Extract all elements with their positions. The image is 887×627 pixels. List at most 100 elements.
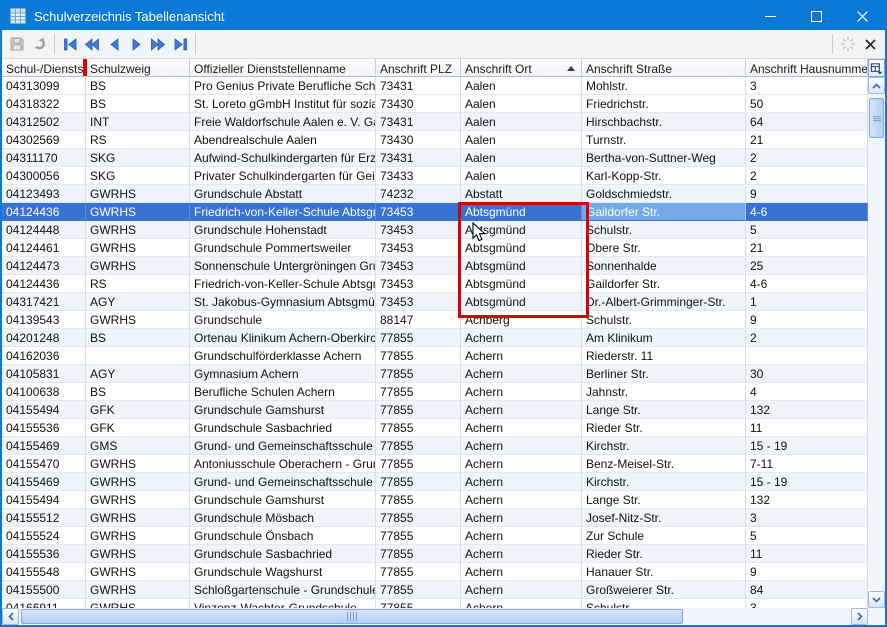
nav-fast-forward-button[interactable] [147, 33, 169, 55]
cell[interactable]: 1 [746, 293, 868, 311]
table-row[interactable]: 04100638BSBerufliche Schulen Achern77855… [2, 383, 868, 401]
cell[interactable] [86, 347, 190, 365]
horizontal-scrollbar[interactable] [2, 608, 885, 625]
cell[interactable]: Obere Str. [582, 239, 746, 257]
table-row[interactable]: 04155548GWRHSGrundschule Wagshurst77855A… [2, 563, 868, 581]
cell[interactable]: GWRHS [86, 221, 190, 239]
cell[interactable]: 7-11 [746, 455, 868, 473]
cell[interactable]: 04155536 [2, 419, 86, 437]
cell[interactable]: Aalen [461, 149, 582, 167]
cell[interactable]: Friedrich-von-Keller-Schule Abtsgmü... [190, 275, 376, 293]
minimize-button[interactable] [747, 2, 793, 30]
cell[interactable]: Abstatt [461, 185, 582, 203]
cell[interactable]: Schulstr. [582, 599, 746, 608]
cell[interactable]: Gaildorfer Str. [582, 203, 746, 221]
cell[interactable]: Privater Schulkindergarten für Geisti... [190, 167, 376, 185]
cell[interactable]: Grundschule Sasbachried [190, 545, 376, 563]
cell[interactable]: INT [86, 113, 190, 131]
cell[interactable]: 5 [746, 221, 868, 239]
cell[interactable]: 21 [746, 131, 868, 149]
cell[interactable]: Abtsgmünd [461, 221, 582, 239]
table-row[interactable]: 04300056SKGPrivater Schulkindergarten fü… [2, 167, 868, 185]
cell[interactable]: Bertha-von-Suttner-Weg [582, 149, 746, 167]
cell[interactable]: Grundschule Hohenstadt [190, 221, 376, 239]
cell[interactable]: 30 [746, 365, 868, 383]
cell[interactable]: Hanauer Str. [582, 563, 746, 581]
cell[interactable]: 04124448 [2, 221, 86, 239]
cell[interactable]: BS [86, 77, 190, 95]
cell[interactable]: Karl-Kopp-Str. [582, 167, 746, 185]
scroll-up-button[interactable] [868, 77, 885, 94]
titlebar[interactable]: Schulverzeichnis Tabellenansicht [2, 2, 885, 30]
cell[interactable]: 77855 [376, 329, 461, 347]
cell[interactable]: 04124461 [2, 239, 86, 257]
cell[interactable]: Kirchstr. [582, 473, 746, 491]
cell[interactable]: 73453 [376, 293, 461, 311]
cell[interactable]: 04162036 [2, 347, 86, 365]
vertical-scroll-thumb[interactable] [869, 98, 884, 138]
cell[interactable]: Achern [461, 491, 582, 509]
cell[interactable]: Achberg [461, 311, 582, 329]
cell[interactable]: 04300056 [2, 167, 86, 185]
cell[interactable]: GWRHS [86, 563, 190, 581]
cell[interactable]: Achern [461, 545, 582, 563]
cell[interactable]: Aufwind-Schulkindergarten für Erzieh... [190, 149, 376, 167]
save-button[interactable] [6, 33, 28, 55]
cell[interactable]: Friedrichstr. [582, 95, 746, 113]
cell[interactable]: 132 [746, 401, 868, 419]
cell[interactable]: Jahnstr. [582, 383, 746, 401]
cell[interactable]: BS [86, 329, 190, 347]
cell[interactable]: Pro Genius Private Berufliche Schule ... [190, 77, 376, 95]
cell[interactable]: 25 [746, 257, 868, 275]
cell[interactable]: 73453 [376, 275, 461, 293]
column-header-6[interactable]: Anschrift Straße [582, 59, 746, 77]
cell[interactable]: BS [86, 383, 190, 401]
cell[interactable]: 73453 [376, 257, 461, 275]
cell[interactable]: Achern [461, 599, 582, 608]
table-row[interactable]: 04124436GWRHSFriedrich-von-Keller-Schule… [2, 203, 868, 221]
column-header-7[interactable]: Anschrift Hausnummer [746, 59, 868, 77]
cell[interactable]: 15 - 19 [746, 473, 868, 491]
cell[interactable]: 73430 [376, 131, 461, 149]
cell[interactable]: 4-6 [746, 275, 868, 293]
table-row[interactable]: 04302569RSAbendrealschule Aalen73430Aale… [2, 131, 868, 149]
cell[interactable]: 77855 [376, 491, 461, 509]
cell[interactable]: Abtsgmünd [461, 203, 582, 221]
field-chooser-button[interactable] [868, 59, 885, 77]
cell[interactable]: 73453 [376, 221, 461, 239]
cell[interactable]: Rieder Str. [582, 545, 746, 563]
cell[interactable]: 04318322 [2, 95, 86, 113]
table-row[interactable]: 04124436RSFriedrich-von-Keller-Schule Ab… [2, 275, 868, 293]
cell[interactable]: Grundschule Abstatt [190, 185, 376, 203]
table-row[interactable]: 04317421AGYSt. Jakobus-Gymnasium Abtsgmü… [2, 293, 868, 311]
table-row[interactable]: 04124461GWRHSGrundschule Pommertsweiler7… [2, 239, 868, 257]
nav-back-button[interactable] [103, 33, 125, 55]
cell[interactable]: Aalen [461, 113, 582, 131]
cell[interactable]: Freie Waldorfschule Aalen e. V. Galg... [190, 113, 376, 131]
cell[interactable]: 77855 [376, 599, 461, 608]
cell[interactable]: 04166911 [2, 599, 86, 608]
cell[interactable]: 77855 [376, 383, 461, 401]
cell[interactable]: Vinzenz-Wachter-Grundschule [190, 599, 376, 608]
cell[interactable]: Abtsgmünd [461, 257, 582, 275]
close-view-button[interactable] [859, 33, 881, 55]
cell[interactable]: Mohlstr. [582, 77, 746, 95]
cell[interactable]: 04155512 [2, 509, 86, 527]
cell[interactable]: SKG [86, 149, 190, 167]
cell[interactable]: Aalen [461, 131, 582, 149]
cell[interactable]: 77855 [376, 437, 461, 455]
cell[interactable]: 73433 [376, 167, 461, 185]
cell[interactable]: RS [86, 275, 190, 293]
cell[interactable]: GWRHS [86, 581, 190, 599]
close-button[interactable] [839, 2, 885, 30]
cell[interactable]: Schulstr. [582, 311, 746, 329]
cell[interactable]: 04124436 [2, 275, 86, 293]
table-row[interactable]: 04123493GWRHSGrundschule Abstatt74232Abs… [2, 185, 868, 203]
cell[interactable]: 04155494 [2, 491, 86, 509]
cell[interactable]: St. Loreto gGmbH Institut für soziale ..… [190, 95, 376, 113]
column-header-5[interactable]: Anschrift Ort [461, 59, 582, 77]
cell[interactable]: Achern [461, 563, 582, 581]
cell[interactable]: Achern [461, 581, 582, 599]
table-row[interactable]: 04318322BSSt. Loreto gGmbH Institut für … [2, 95, 868, 113]
cell[interactable]: Sonnenschule Untergröningen Grund... [190, 257, 376, 275]
